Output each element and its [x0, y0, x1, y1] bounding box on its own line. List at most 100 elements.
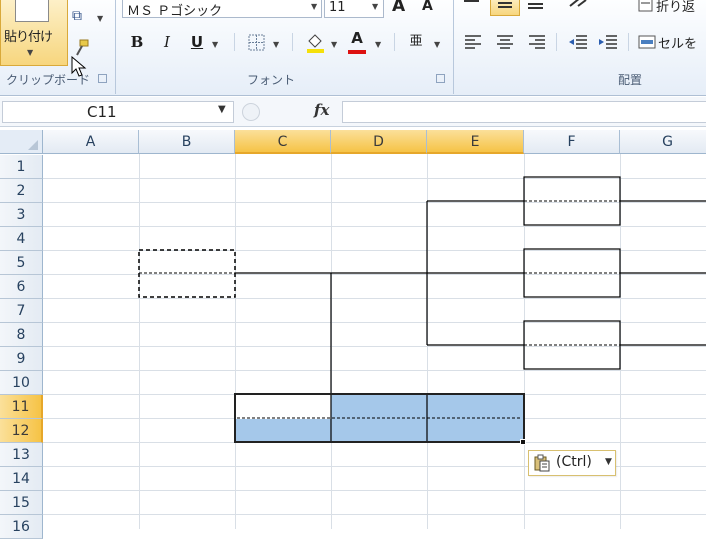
row-header-3[interactable]: 3 [0, 203, 43, 227]
font-name-select[interactable]: ＭＳ Ｐゴシック [122, 0, 322, 19]
clipboard-dialog-launcher-icon[interactable] [98, 74, 107, 83]
separator [628, 33, 629, 51]
row-header-11[interactable]: 11 [0, 395, 43, 419]
selection-border [234, 393, 525, 443]
align-bottom-icon[interactable] [526, 0, 546, 12]
row-header-8[interactable]: 8 [0, 323, 43, 347]
copy-icon[interactable]: ⧉ [72, 8, 82, 24]
font-name-value: ＭＳ Ｐゴシック [127, 4, 223, 19]
align-center-icon[interactable] [496, 34, 514, 50]
gridline [427, 154, 428, 529]
column-header-c[interactable]: C [235, 130, 331, 154]
gridline [43, 274, 706, 275]
fill-color-icon[interactable] [304, 32, 326, 54]
font-color-button[interactable]: A [348, 28, 366, 48]
phonetic-icon[interactable]: 亜 [406, 32, 426, 52]
align-right-icon[interactable] [528, 34, 546, 50]
name-box-dropdown-icon[interactable]: ▼ [218, 104, 226, 115]
row-header-1[interactable]: 1 [0, 155, 43, 179]
formula-input[interactable] [342, 101, 706, 123]
gridline [139, 154, 140, 529]
ribbon: 貼り付け ▼ ⧉ ▼ クリップボード ＭＳ Ｐゴシック ▼ 11 ▼ A A B… [0, 0, 706, 96]
separator [394, 33, 395, 51]
font-group-label: フォント [247, 73, 296, 87]
column-header-d[interactable]: D [331, 130, 427, 154]
column-header-e[interactable]: E [427, 130, 524, 154]
align-left-icon[interactable] [464, 34, 482, 50]
align-top-icon[interactable] [462, 0, 482, 12]
wrap-text-label: 折り返 [656, 0, 696, 15]
worksheet-grid[interactable]: A B C D E F G 1 2 3 4 5 6 7 8 9 10 11 12… [0, 130, 706, 539]
row-header-9[interactable]: 9 [0, 347, 43, 371]
fill-color-dropdown-icon[interactable]: ▼ [331, 40, 337, 49]
paste-options-label: (Ctrl) [556, 454, 592, 470]
font-name-dropdown-icon[interactable]: ▼ [311, 2, 317, 11]
row-header-5[interactable]: 5 [0, 251, 43, 275]
font-dialog-launcher-icon[interactable] [436, 74, 445, 83]
decrease-indent-icon[interactable] [568, 34, 588, 50]
bold-button[interactable]: B [128, 32, 146, 52]
paste-button[interactable]: 貼り付け ▼ [0, 0, 68, 66]
phonetic-dropdown-icon[interactable]: ▼ [434, 40, 440, 49]
borders-icon[interactable] [248, 34, 266, 52]
gridline [43, 490, 706, 491]
row-header-7[interactable]: 7 [0, 299, 43, 323]
row-header-15[interactable]: 15 [0, 491, 43, 515]
formula-bar-circle-icon [242, 103, 260, 121]
name-box[interactable]: C11 [2, 101, 234, 123]
format-painter-icon[interactable] [72, 38, 92, 58]
select-all-button[interactable] [0, 130, 43, 154]
font-color-dropdown-icon[interactable]: ▼ [375, 40, 381, 49]
separator [234, 33, 235, 51]
row-header-12[interactable]: 12 [0, 419, 43, 443]
column-header-a[interactable]: A [43, 130, 139, 154]
row-header-14[interactable]: 14 [0, 467, 43, 491]
row-header-10[interactable]: 10 [0, 371, 43, 395]
gridline [235, 154, 236, 529]
italic-button[interactable]: I [158, 32, 176, 52]
clipboard-icon [15, 0, 49, 22]
formula-bar: C11 ▼ fx [0, 97, 706, 127]
row-header-4[interactable]: 4 [0, 227, 43, 251]
name-box-value: C11 [87, 103, 117, 121]
align-middle-icon [498, 2, 512, 8]
grow-font-button[interactable]: A [392, 0, 405, 16]
row-header-13[interactable]: 13 [0, 443, 43, 467]
paste-label: 貼り付け [4, 30, 53, 45]
font-size-dropdown-icon[interactable]: ▼ [372, 2, 378, 11]
column-header-b[interactable]: B [139, 130, 235, 154]
gridline [43, 346, 706, 347]
row-header-16[interactable]: 16 [0, 515, 43, 539]
underline-button[interactable]: U [188, 32, 206, 52]
separator [292, 33, 293, 51]
column-header-f[interactable]: F [524, 130, 620, 154]
bracket-box-f5-f6 [523, 248, 621, 298]
separator [556, 33, 557, 51]
orientation-icon[interactable] [566, 0, 590, 10]
merge-center-label: セルを [658, 37, 698, 52]
merge-cells-icon [638, 35, 656, 49]
shrink-font-button[interactable]: A [422, 0, 433, 14]
insert-function-button[interactable]: fx [314, 101, 329, 119]
increase-indent-icon[interactable] [598, 34, 618, 50]
row-header-6[interactable]: 6 [0, 275, 43, 299]
borders-dropdown-icon[interactable]: ▼ [273, 40, 279, 49]
copy-dropdown-icon[interactable]: ▼ [97, 14, 103, 23]
bracket-box-f8-f9 [523, 320, 621, 370]
select-all-icon [28, 140, 38, 150]
paste-options-button[interactable]: (Ctrl) ▼ [528, 450, 616, 476]
paste-options-icon [534, 454, 550, 472]
bracket-box-f2-f3 [523, 176, 621, 226]
gridline [43, 514, 706, 515]
gridline [43, 178, 706, 179]
align-middle-button[interactable] [490, 0, 520, 16]
underline-dropdown-icon[interactable]: ▼ [212, 40, 218, 49]
fill-handle[interactable] [520, 439, 526, 445]
column-header-g[interactable]: G [620, 130, 706, 154]
row-header-2[interactable]: 2 [0, 179, 43, 203]
gridline [331, 154, 332, 529]
gridline [620, 154, 621, 529]
wrap-text-icon [638, 0, 653, 12]
gridline [43, 202, 706, 203]
gridline [43, 226, 706, 227]
